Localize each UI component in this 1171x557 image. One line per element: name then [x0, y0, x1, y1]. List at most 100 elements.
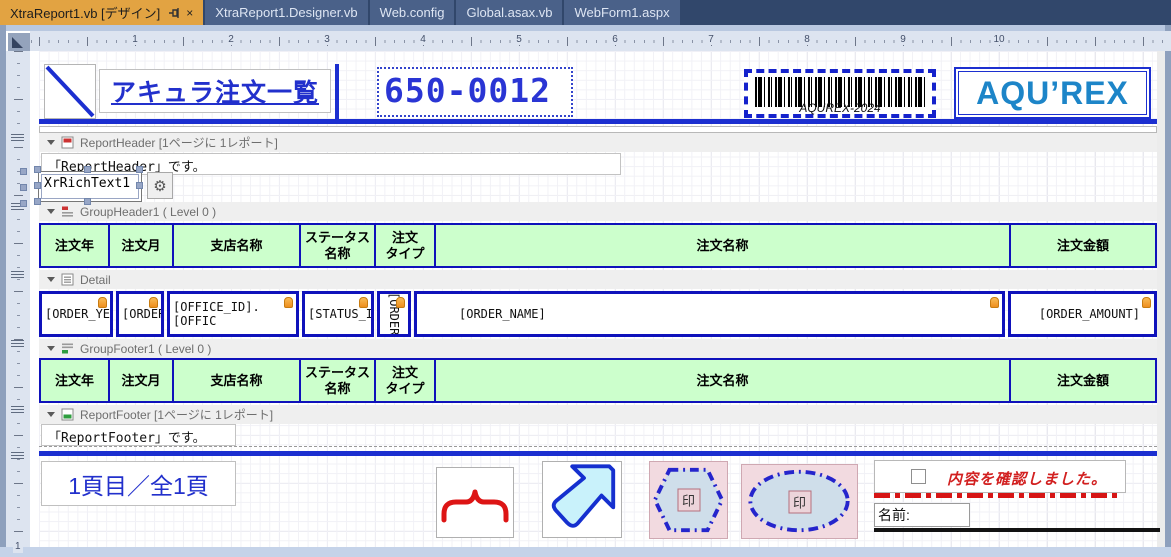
ellipse-stamp-control[interactable]: 印	[741, 464, 858, 539]
footer-cell[interactable]: 注文 タイプ	[374, 358, 436, 403]
header-cell[interactable]: 注文 タイプ	[374, 223, 436, 268]
vertical-ruler[interactable]: 1	[6, 51, 30, 553]
corner-triangle-icon	[12, 37, 23, 48]
band-group-footer[interactable]: GroupFooter1 ( Level 0 )	[39, 339, 1157, 358]
footer-cell[interactable]: 注文名称	[434, 358, 1011, 403]
postal-code-control[interactable]: 650-0012	[377, 67, 573, 117]
field-expression: [ORDER_YEA	[45, 307, 113, 321]
band-title: GroupHeader1 ( Level 0 )	[80, 204, 217, 219]
ruler-corner-button[interactable]	[8, 33, 30, 51]
database-field-icon	[396, 297, 405, 308]
page-right-margin	[1157, 51, 1165, 547]
field-cell-order-type[interactable]: [ORDER	[377, 291, 411, 337]
resize-handle[interactable]	[84, 166, 91, 173]
field-cell-status[interactable]: [STATUS_ID	[302, 291, 374, 337]
collapse-arrow-icon[interactable]	[47, 209, 55, 214]
barcode-control[interactable]: AQUREX-2024	[744, 69, 936, 118]
arrow-ne-shape	[551, 464, 616, 528]
stamp-label: 印	[676, 488, 701, 512]
resize-handle[interactable]	[20, 184, 27, 191]
band-report-header[interactable]: ReportHeader [1ページに 1レポート]	[39, 133, 1157, 152]
resize-handle[interactable]	[34, 198, 41, 205]
logo-text: AQU’REX	[976, 74, 1129, 111]
ruler-number: 5	[513, 34, 525, 45]
ruler-number: 1	[13, 540, 23, 553]
brace-shape-control[interactable]	[436, 467, 514, 538]
smart-tag-button[interactable]: ⚙	[147, 172, 173, 199]
band-boundary-mark	[11, 340, 24, 347]
ruler-number: 6	[609, 34, 621, 45]
stamp-label: 印	[787, 490, 812, 513]
field-expression: [OFFICE_ID].[OFFIC	[173, 300, 260, 328]
header-cell[interactable]: 注文金額	[1009, 223, 1157, 268]
group-footer-table[interactable]: 注文年 注文月 支店名称 ステータス 名称 注文 タイプ 注文名称 注文金額	[39, 358, 1157, 403]
footer-cell[interactable]: 注文月	[108, 358, 174, 403]
group-header-table[interactable]: 注文年 注文月 支店名称 ステータス 名称 注文 タイプ 注文名称 注文金額	[39, 223, 1157, 268]
collapse-arrow-icon[interactable]	[47, 140, 55, 145]
diagonal-line-shape	[45, 65, 95, 118]
band-boundary-mark	[11, 452, 24, 459]
pin-icon[interactable]	[168, 7, 180, 19]
logo-control[interactable]: AQU’REX	[954, 67, 1151, 119]
database-field-icon	[359, 297, 368, 308]
confirm-checkbox[interactable]	[911, 469, 926, 484]
horizontal-ruler[interactable]: 1 2 3 4 5 6 7 8 9 10	[30, 31, 1171, 51]
arrow-shape-control[interactable]	[542, 461, 622, 538]
collapse-arrow-icon[interactable]	[47, 277, 55, 282]
footer-cell[interactable]: 注文年	[39, 358, 110, 403]
resize-handle[interactable]	[84, 198, 91, 205]
page-info-label[interactable]: 1頁目／全1頁	[41, 461, 236, 506]
field-expression: [STATUS_ID	[308, 307, 374, 321]
band-title: Detail	[80, 272, 111, 287]
band-title: ReportFooter [1ページに 1レポート]	[80, 408, 274, 422]
ruler-number: 1	[129, 34, 141, 45]
resize-handle[interactable]	[34, 182, 41, 189]
field-cell-order-amount[interactable]: [ORDER_AMOUNT]	[1008, 291, 1157, 337]
tab-xtrareport1-design[interactable]: XtraReport1.vb [デザイン] ×	[0, 0, 204, 25]
gear-icon: ⚙	[153, 177, 167, 195]
footer-cell[interactable]: ステータス 名称	[299, 358, 376, 403]
report-footer-caption-label[interactable]: 「ReportFooter」です。	[41, 424, 236, 446]
tab-web-config[interactable]: Web.config	[369, 0, 455, 25]
logo-inner-border: AQU’REX	[958, 71, 1147, 115]
header-cell[interactable]: ステータス 名称	[299, 223, 376, 268]
diagonal-line-control[interactable]	[44, 64, 96, 119]
footer-cell[interactable]: 注文金額	[1009, 358, 1157, 403]
tab-global-asax-vb[interactable]: Global.asax.vb	[456, 0, 563, 25]
report-title-label[interactable]: アキュラ注文一覧	[99, 69, 331, 113]
field-cell-office[interactable]: [OFFICE_ID].[OFFIC	[167, 291, 299, 337]
name-label-text: 名前:	[878, 507, 910, 523]
tab-xtrareport1-designer-vb[interactable]: XtraReport1.Designer.vb	[205, 0, 368, 25]
close-icon[interactable]: ×	[186, 7, 193, 19]
collapse-arrow-icon[interactable]	[47, 412, 55, 417]
field-expression: [ORDER_AMOUNT]	[1038, 307, 1140, 321]
field-cell-order-name[interactable]: [ORDER_NAME]	[414, 291, 1005, 337]
resize-handle[interactable]	[20, 200, 27, 207]
band-title: GroupFooter1 ( Level 0 )	[80, 341, 212, 356]
header-cell[interactable]: 注文年	[39, 223, 110, 268]
hexagon-stamp-control[interactable]: 印	[649, 461, 728, 539]
database-field-icon	[1142, 297, 1151, 308]
field-cell-order-year[interactable]: [ORDER_YEA	[39, 291, 113, 337]
field-cell-order-month[interactable]: [ORDER_	[116, 291, 164, 337]
header-cell[interactable]: 支店名称	[172, 223, 301, 268]
signature-line	[874, 528, 1160, 532]
band-detail[interactable]: Detail	[39, 270, 1157, 289]
ruler-number: 8	[801, 34, 813, 45]
footer-cell[interactable]: 支店名称	[172, 358, 301, 403]
resize-handle[interactable]	[20, 168, 27, 175]
resize-handle[interactable]	[136, 182, 143, 189]
header-cell[interactable]: 注文名称	[434, 223, 1011, 268]
header-cell[interactable]: 注文月	[108, 223, 174, 268]
resize-handle[interactable]	[136, 166, 143, 173]
collapse-arrow-icon[interactable]	[47, 346, 55, 351]
confirmation-control[interactable]: 内容を確認しました。	[874, 460, 1126, 493]
tab-webform1-aspx[interactable]: WebForm1.aspx	[564, 0, 680, 25]
band-report-footer[interactable]: ReportFooter [1ページに 1レポート]	[39, 405, 1157, 424]
band-group-header[interactable]: GroupHeader1 ( Level 0 )	[39, 202, 1157, 221]
resize-handle[interactable]	[34, 166, 41, 173]
document-tab-bar: XtraReport1.vb [デザイン] × XtraReport1.Desi…	[0, 0, 1171, 25]
vertical-line-control[interactable]	[335, 64, 339, 119]
band-boundary-mark	[11, 134, 24, 141]
name-field-label[interactable]: 名前:	[874, 503, 970, 527]
